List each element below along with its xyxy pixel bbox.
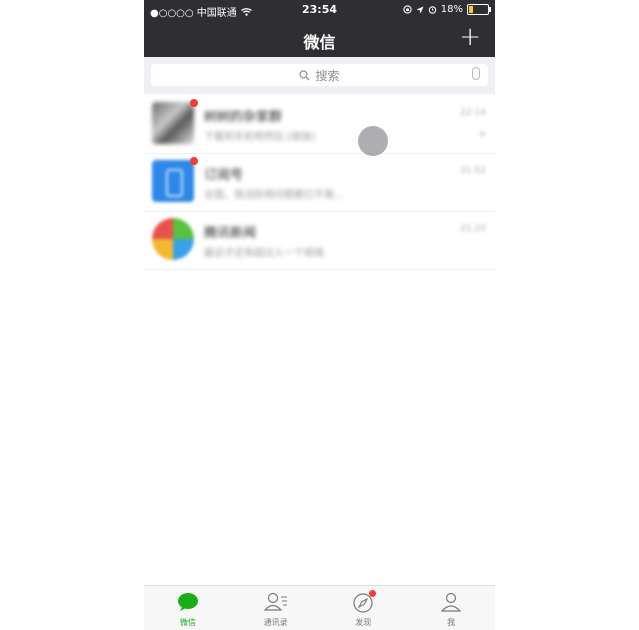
status-bar: ●○○○○ 中国联通 23:54 18% — [144, 3, 495, 19]
tab-label: 发现 — [355, 618, 372, 627]
tab-chats[interactable]: 微信 — [144, 586, 232, 630]
tab-discover[interactable]: 发现 — [320, 586, 408, 630]
page-title: 微信 — [303, 33, 336, 52]
chat-list: 树树的杂家群 下载到手机吧然后 [链接] 22:14 ※ 订阅号 全国，我活跃吧… — [144, 96, 495, 270]
tab-label: 通讯录 — [263, 618, 288, 627]
chat-preview: 最近才还有超过人一个链接 — [204, 248, 324, 259]
subscription-avatar — [152, 160, 194, 202]
phone-screen: ●○○○○ 中国联通 23:54 18% 微信 + 搜索 树树的杂家群 下载到手… — [144, 0, 495, 630]
unread-badge — [190, 99, 198, 107]
chat-preview: 全国，我活跃吧问题都已不离… — [204, 190, 344, 201]
contacts-icon — [263, 592, 287, 611]
person-icon — [441, 592, 462, 612]
unread-badge — [190, 157, 198, 165]
muted-icon: ※ — [478, 130, 486, 140]
chat-row[interactable]: 腾讯新闻 最近才还有超过人一个链接 21:20 — [144, 212, 495, 270]
chat-time: 22:14 — [460, 108, 486, 118]
chat-row[interactable]: 树树的杂家群 下载到手机吧然后 [链接] 22:14 ※ — [144, 96, 495, 154]
tab-label: 微信 — [179, 618, 196, 627]
search-icon — [299, 69, 310, 80]
chat-preview: 下载到手机吧然后 [链接] — [204, 132, 315, 143]
tab-label: 我 — [447, 618, 456, 627]
top-bar: ●○○○○ 中国联通 23:54 18% 微信 + — [144, 0, 495, 57]
alarm-icon — [428, 6, 437, 14]
chat-bubble-icon — [177, 593, 198, 611]
search-placeholder: 搜索 — [315, 68, 340, 83]
touch-indicator — [358, 126, 388, 156]
chat-name: 树树的杂家群 — [204, 110, 283, 125]
tab-me[interactable]: 我 — [407, 586, 495, 630]
microphone-icon[interactable] — [472, 67, 480, 80]
tab-bar: 微信 通讯录 发现 我 — [144, 585, 495, 630]
chat-time: 21:52 — [460, 166, 486, 176]
chat-time: 21:20 — [460, 224, 486, 234]
rotation-lock-icon — [403, 5, 412, 14]
discover-badge — [369, 590, 377, 597]
chat-name: 订阅号 — [204, 168, 244, 183]
battery-icon — [467, 4, 491, 15]
location-icon — [416, 6, 424, 13]
add-button[interactable]: + — [459, 24, 481, 50]
news-avatar — [152, 218, 194, 260]
chat-name: 腾讯新闻 — [204, 226, 257, 241]
group-avatar — [152, 102, 194, 144]
search-input[interactable]: 搜索 — [151, 64, 488, 86]
tab-contacts[interactable]: 通讯录 — [232, 586, 320, 630]
search-bar: 搜索 — [144, 57, 495, 94]
battery-percent: 18% — [440, 4, 463, 15]
chat-row[interactable]: 订阅号 全国，我活跃吧问题都已不离… 21:52 — [144, 154, 495, 212]
